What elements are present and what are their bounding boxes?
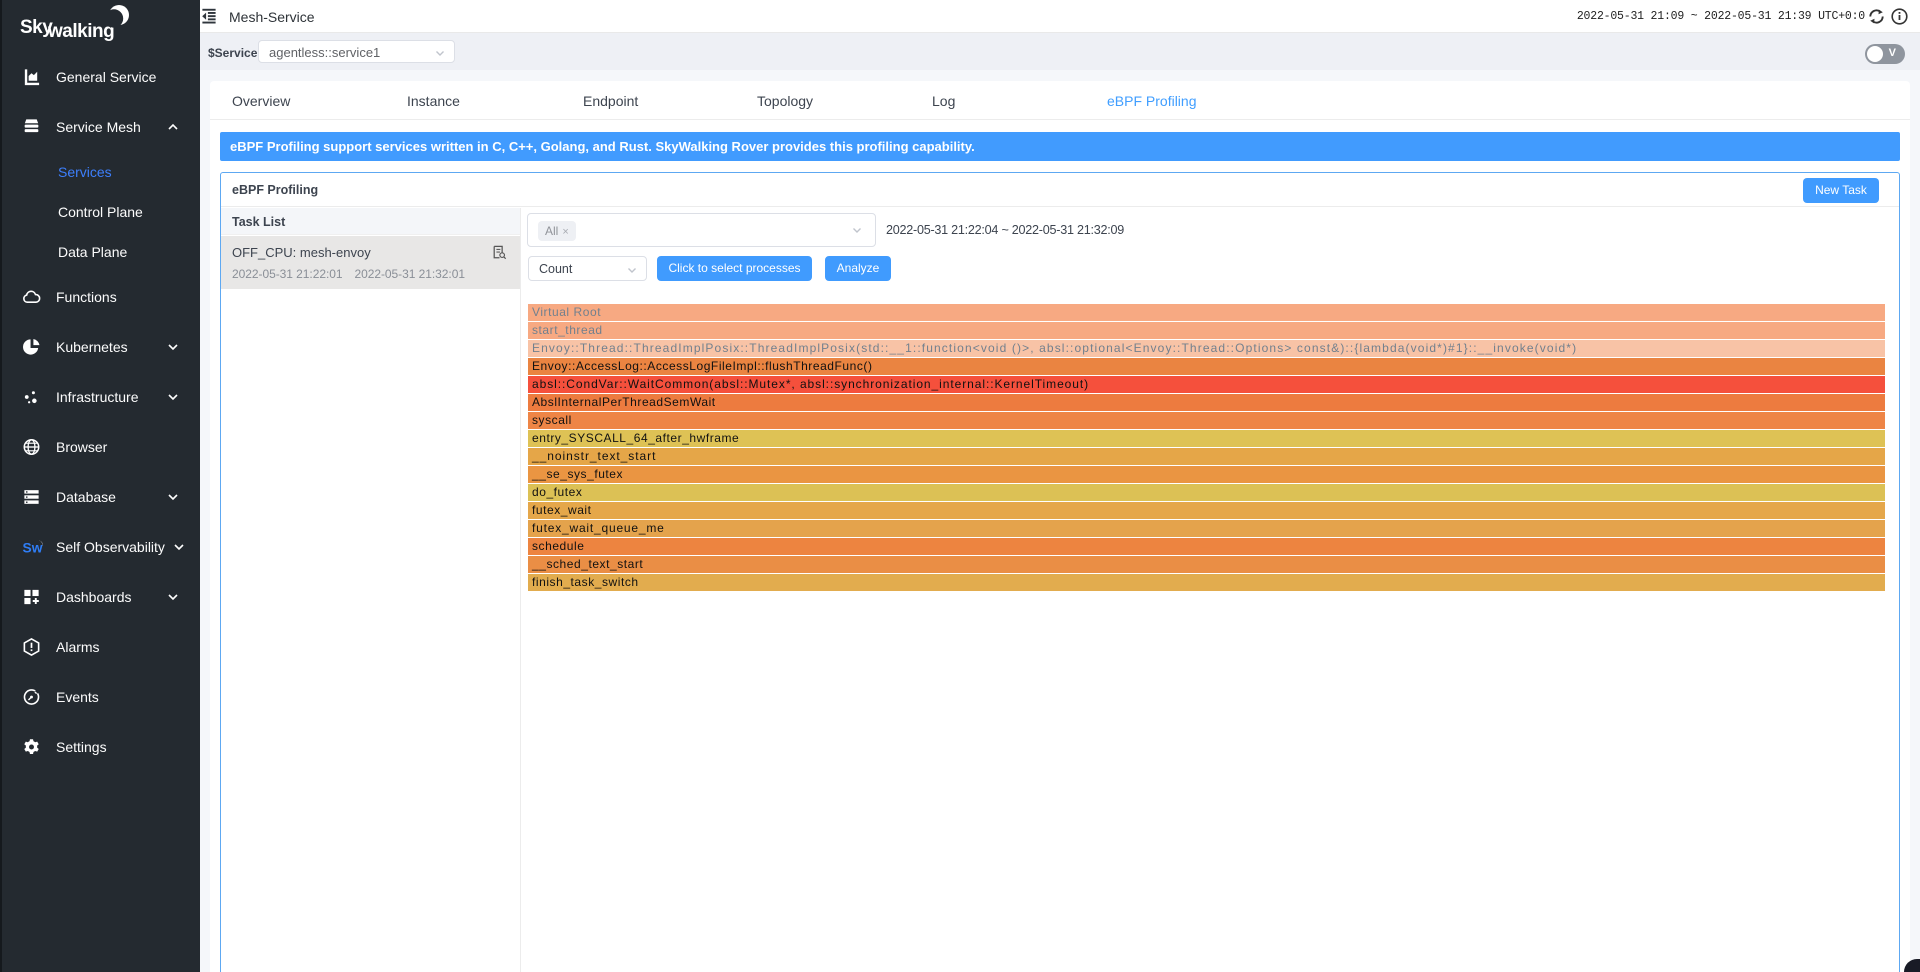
svg-text:walking: walking <box>47 21 114 42</box>
svg-text:Sw: Sw <box>23 541 43 556</box>
